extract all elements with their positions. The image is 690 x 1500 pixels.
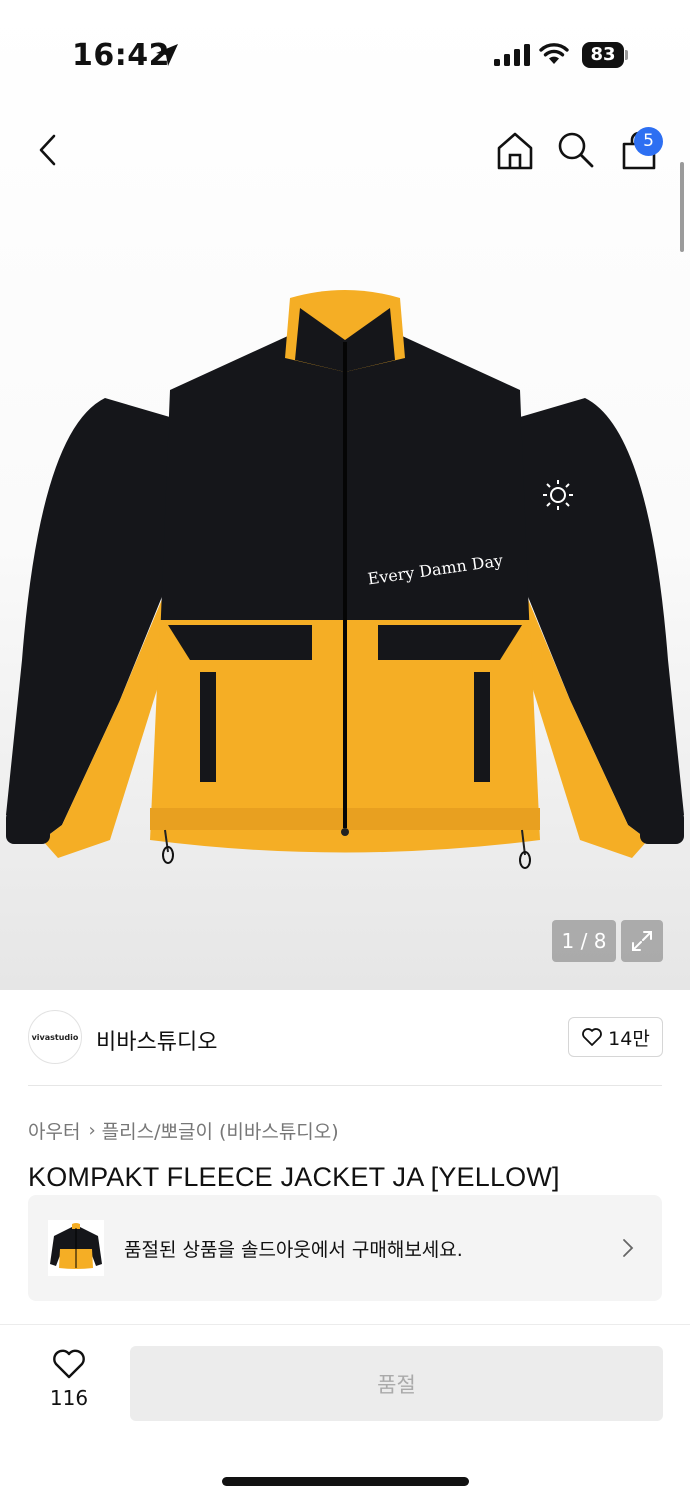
product-like-count: 116 — [49, 1386, 89, 1410]
product-image-gallery[interactable]: 16:42 83 5 Every Damn Day 1 / 8 — [0, 0, 690, 990]
scrollbar — [680, 162, 684, 252]
heart-icon — [53, 1349, 85, 1379]
breadcrumb-category[interactable]: 아우터 — [28, 1117, 80, 1144]
cart-count-badge: 5 — [634, 127, 663, 156]
soldout-button[interactable]: 품절 — [130, 1346, 663, 1421]
heart-icon — [582, 1028, 603, 1046]
image-counter: 1 / 8 — [552, 920, 616, 962]
chevron-right-icon — [623, 1239, 634, 1257]
wifi-icon — [539, 43, 569, 64]
battery-icon: 83 — [582, 42, 628, 68]
product-image: Every Damn Day — [6, 290, 684, 869]
brand-like-button[interactable]: 14만 — [568, 1017, 663, 1057]
signal-icon — [494, 44, 530, 66]
location-arrow-icon — [156, 44, 178, 66]
expand-image-button[interactable] — [621, 920, 663, 962]
expand-icon — [632, 931, 652, 951]
product-title: KOMPAKT FLEECE JACKET JA [YELLOW] — [28, 1162, 560, 1192]
home-icon[interactable] — [494, 130, 536, 172]
soldout-banner[interactable]: 품절된 상품을 솔드아웃에서 구매해보세요. — [28, 1195, 662, 1301]
brand-logo[interactable]: vivastudio — [28, 1010, 82, 1064]
status-bar: 16:42 83 — [0, 0, 690, 110]
divider — [28, 1085, 662, 1086]
breadcrumb: 아우터 › 플리스/뽀글이 (비바스튜디오) — [28, 1117, 339, 1144]
breadcrumb-subcategory[interactable]: 플리스/뽀글이 (비바스튜디오) — [102, 1117, 339, 1144]
divider — [0, 1324, 690, 1325]
home-indicator — [222, 1477, 469, 1486]
brand-name[interactable]: 비바스튜디오 — [96, 1024, 217, 1056]
back-icon[interactable] — [30, 128, 70, 172]
battery-level: 83 — [582, 42, 624, 68]
search-icon[interactable] — [556, 130, 596, 170]
soldout-product-thumbnail — [48, 1220, 104, 1276]
brand-like-count: 14만 — [608, 1027, 650, 1050]
soldout-banner-text: 품절된 상품을 솔드아웃에서 구매해보세요. — [124, 1239, 463, 1261]
chevron-right-icon: › — [88, 1120, 96, 1141]
product-like-button[interactable]: 116 — [40, 1348, 98, 1418]
